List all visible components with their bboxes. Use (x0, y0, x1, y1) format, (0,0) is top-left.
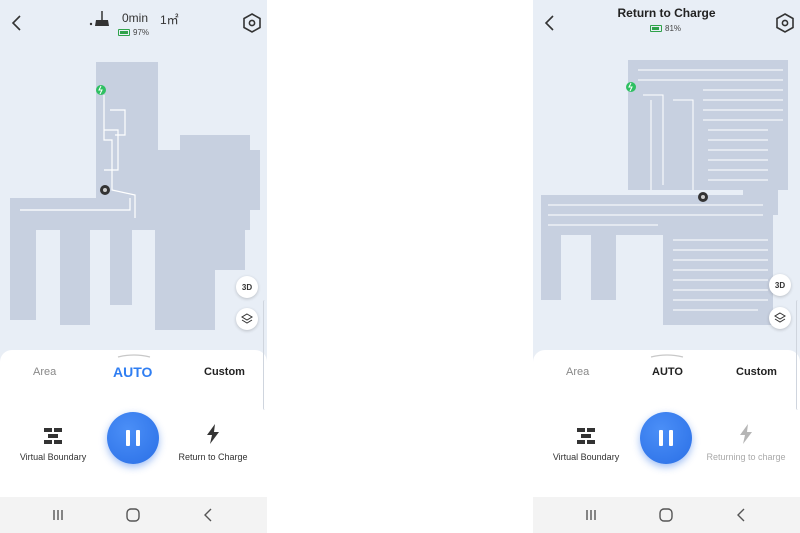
lightning-icon (740, 424, 752, 444)
virtual-boundary-button[interactable]: Virtual Boundary (541, 422, 631, 462)
layers-button[interactable] (236, 308, 258, 330)
returning-to-charge-label: Returning to charge (706, 452, 786, 462)
map-area[interactable]: Return to Charge 81% 3D (533, 0, 800, 352)
settings-hexagon-icon[interactable] (241, 12, 263, 34)
android-nav-bar (533, 497, 800, 533)
panel-edge (796, 300, 800, 410)
clean-area: 1㎡ (160, 13, 179, 27)
3d-view-icon: 3D (241, 282, 253, 292)
home-icon[interactable] (656, 505, 676, 525)
mode-custom[interactable]: Custom (204, 366, 245, 378)
virtual-boundary-label: Virtual Boundary (19, 452, 87, 462)
control-panel: Area AUTO Custom Virtual Boundary Return… (0, 350, 267, 500)
pause-icon (659, 430, 663, 446)
battery-indicator: 97% (118, 28, 149, 37)
drag-handle[interactable] (650, 354, 684, 358)
home-icon[interactable] (123, 505, 143, 525)
battery-percent: 97% (133, 28, 150, 37)
layers-button[interactable] (769, 307, 791, 329)
mode-custom[interactable]: Custom (736, 366, 777, 378)
settings-hexagon-icon[interactable] (774, 12, 796, 34)
virtual-boundary-icon (44, 428, 62, 444)
broom-icon (89, 11, 109, 26)
control-panel: Area AUTO Custom Virtual Boundary Return… (533, 350, 800, 500)
page-title: Return to Charge (617, 6, 716, 20)
mode-auto[interactable]: AUTO (652, 366, 683, 378)
back-chevron-icon[interactable] (8, 12, 24, 34)
panel-edge (263, 300, 267, 410)
nav-back-icon[interactable] (731, 505, 751, 525)
recent-apps-icon[interactable] (48, 505, 68, 525)
app-screen-right: Return to Charge 81% 3D Area AUTO Custom (533, 0, 800, 533)
3d-view-icon: 3D (774, 280, 786, 290)
drag-handle[interactable] (117, 354, 151, 358)
layers-icon (241, 313, 253, 324)
battery-icon (650, 25, 662, 32)
app-screen-left: 0min 1㎡ 97% 3D Area AUTO Custom Virtual … (0, 0, 267, 533)
return-to-charge-label: Return to Charge (178, 452, 248, 462)
floor-map (541, 60, 788, 325)
floor-map (10, 62, 260, 330)
pause-icon (126, 430, 130, 446)
clean-time: 0min (122, 11, 149, 25)
map-area[interactable]: 0min 1㎡ 97% 3D (0, 0, 267, 352)
return-to-charge-button[interactable]: Return to Charge (168, 422, 258, 462)
recent-apps-icon[interactable] (581, 505, 601, 525)
status-header: 0min 1㎡ 97% (88, 8, 198, 42)
pause-button[interactable] (107, 412, 159, 464)
mode-auto[interactable]: AUTO (113, 364, 152, 380)
battery-icon (118, 29, 130, 36)
3d-view-button[interactable]: 3D (236, 276, 258, 298)
virtual-boundary-label: Virtual Boundary (552, 452, 620, 462)
nav-back-icon[interactable] (198, 505, 218, 525)
battery-percent: 81% (665, 24, 682, 33)
return-to-charge-button: Returning to charge (701, 422, 791, 462)
android-nav-bar (0, 497, 267, 533)
mode-area[interactable]: Area (566, 366, 589, 378)
layers-icon (774, 312, 786, 323)
virtual-boundary-button[interactable]: Virtual Boundary (8, 422, 98, 462)
virtual-boundary-icon (577, 428, 595, 444)
lightning-icon (207, 424, 219, 444)
pause-button[interactable] (640, 412, 692, 464)
mode-area[interactable]: Area (33, 366, 56, 378)
battery-indicator: 81% (650, 24, 681, 33)
3d-view-button[interactable]: 3D (769, 274, 791, 296)
